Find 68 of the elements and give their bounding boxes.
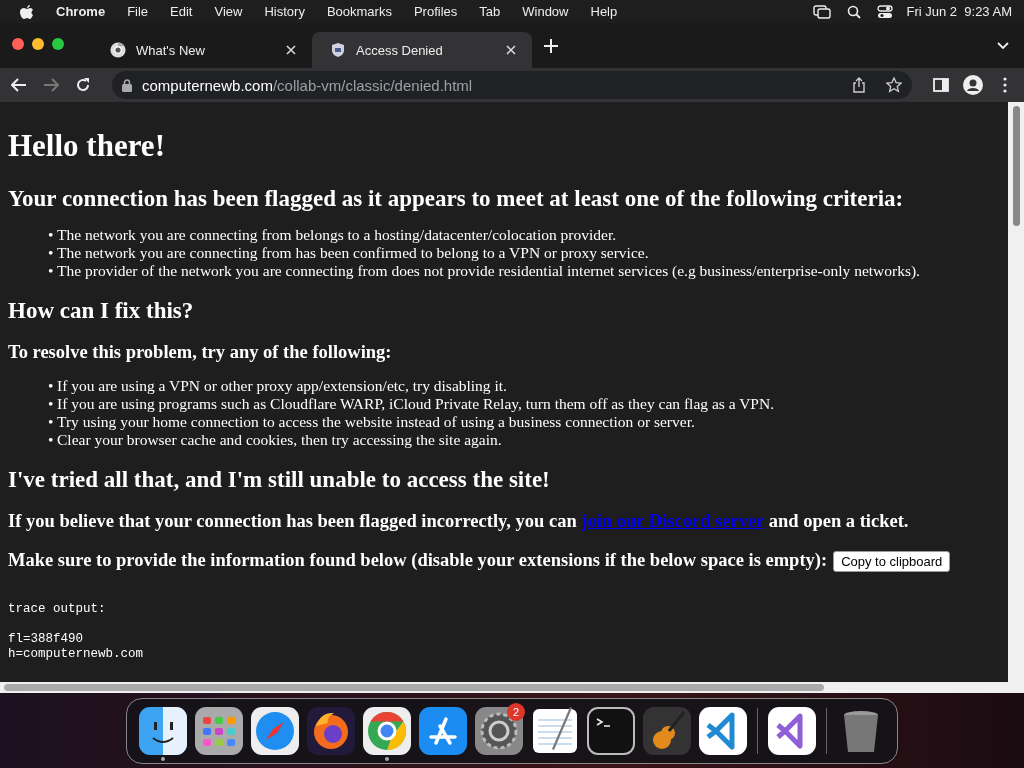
menu-item[interactable]: Help [590, 4, 618, 19]
menu-item[interactable]: File [127, 4, 149, 19]
menu-item[interactable]: Profiles [413, 4, 458, 19]
chrome-icon [110, 42, 126, 58]
instruction-text: Make sure to provide the information found below (disable your extensions if the below space is empty): [8, 550, 828, 570]
compass-icon[interactable] [250, 705, 300, 756]
profile-icon[interactable] [962, 74, 984, 96]
menu-clock: Fri Jun 2 9:23 AM [906, 4, 1012, 19]
list-item: The network you are connecting from belongs to a hosting/datacenter/colocation provider. [57, 225, 617, 245]
browser-tab[interactable]: Access Denied [312, 32, 532, 68]
zoom-window-button[interactable] [52, 37, 64, 50]
list-item: If you are using a VPN or other proxy app/extension/etc, try disabling it. [57, 376, 507, 396]
share-icon[interactable] [852, 77, 866, 93]
section-heading: How can I fix this? [8, 298, 195, 324]
section-heading: Your connection has been flagged as it appears to meet at least one of the following criteria: [8, 186, 905, 212]
apple-icon[interactable] [20, 3, 34, 20]
close-window-button[interactable] [12, 37, 24, 50]
menu-item[interactable]: Tab [479, 4, 501, 19]
code-editor-icon[interactable] [698, 705, 748, 756]
page-heading: Hello there! [8, 128, 166, 164]
gear-icon[interactable] [474, 705, 524, 756]
browser-tab[interactable]: What's New [92, 32, 312, 68]
subheading: To resolve this problem, try any of the following: [8, 342, 393, 363]
minimize-window-button[interactable] [32, 37, 44, 50]
bullet: • [48, 376, 55, 396]
fox-globe-icon[interactable] [306, 705, 356, 756]
vertical-scrollbar[interactable] [1008, 102, 1024, 693]
bullet: • [48, 430, 55, 450]
bullet: • [48, 243, 55, 263]
menu-item[interactable]: Window [522, 4, 569, 19]
trace-line: fl=388f490 [8, 632, 84, 648]
help-text: If you believe that your connection has been flagged incorrectly, you can [8, 511, 577, 531]
menu-item[interactable]: Edit [170, 4, 193, 19]
bullet: • [48, 412, 55, 432]
menu-item[interactable]: History [264, 4, 305, 19]
bullet: • [48, 225, 55, 245]
horizontal-scrollbar[interactable] [0, 682, 1008, 693]
address-field[interactable]: computernewb.com/collab-vm/classic/denied.html [112, 71, 912, 99]
list-item: The network you are connecting from has been confirmed to belong to a VPN or proxy service. [57, 243, 649, 263]
app-store-icon[interactable] [418, 705, 468, 756]
windows-icon[interactable] [812, 4, 831, 19]
search-icon[interactable] [846, 4, 861, 19]
toggle-icon[interactable] [876, 4, 893, 19]
menu-item[interactable]: View [214, 4, 243, 19]
list-item: If you are using programs such as Cloudflare WARP, iCloud Private Relay, turn them off as they can flag as a VPN. [57, 394, 775, 414]
menu-item[interactable]: Bookmarks [326, 4, 392, 19]
chrome-icon[interactable] [362, 705, 412, 756]
list-item: Try using your home connection to access the website instead of using a business connection or server. [57, 412, 695, 432]
list-item: Clear your browser cache and cookies, then try accessing the site again. [57, 430, 502, 450]
code-editor-icon[interactable] [767, 705, 817, 756]
notification-badge: 2 [507, 702, 525, 721]
bullet: • [48, 394, 55, 414]
terminal-icon[interactable] [586, 705, 636, 756]
copy-button[interactable]: Copy to clipboard [833, 551, 951, 573]
list-item: The provider of the network you are connecting from does not provide residential internet services (e.g business/enterprise-only networks). [57, 261, 920, 281]
app-grid-icon[interactable] [194, 705, 244, 756]
lock-icon [122, 78, 132, 92]
trace-line: h=computernewb.com [8, 647, 145, 663]
smiley-face-icon[interactable] [138, 705, 188, 756]
help-text: and open a ticket. [768, 511, 909, 531]
trace-heading: trace output: [8, 602, 107, 618]
shield-icon [330, 42, 346, 58]
bullet: • [48, 261, 55, 281]
notepad-icon[interactable] [530, 705, 580, 756]
star-icon[interactable] [886, 77, 902, 93]
app-menu[interactable]: Chrome [56, 4, 106, 19]
section-heading: I've tried all that, and I'm still unable to access the site! [8, 467, 551, 493]
guitar-icon[interactable] [642, 705, 692, 756]
